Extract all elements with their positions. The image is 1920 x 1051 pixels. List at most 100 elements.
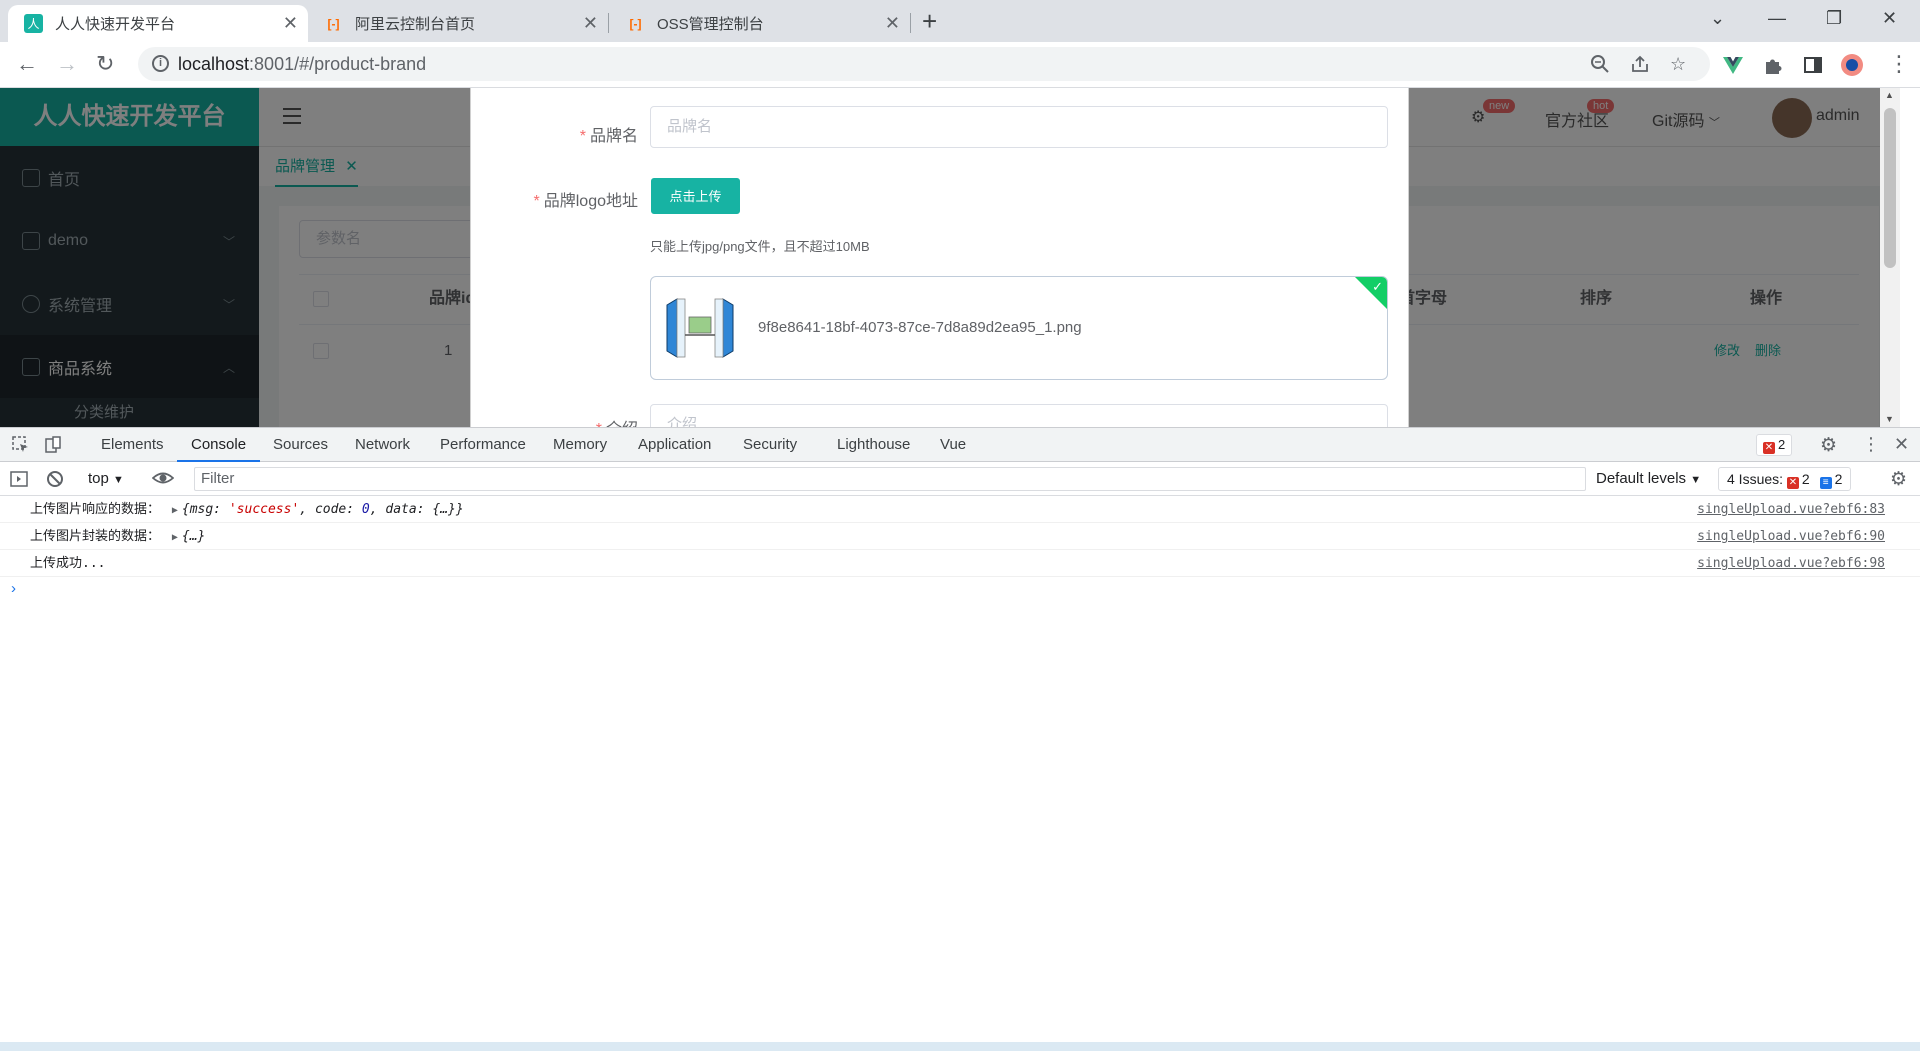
bookmark-star-icon[interactable]: ☆ [1670,54,1686,75]
close-window-icon[interactable]: ✕ [1882,8,1897,29]
scroll-down-icon[interactable]: ▼ [1885,414,1894,424]
upload-button[interactable]: 点击上传 [651,178,740,214]
address-bar[interactable]: i localhost:8001/#/product-brand ☆ [138,47,1710,81]
page-viewport: 人人快速开发平台 首页 demo ﹀ 系统管理 ﹀ 商品系统 ︿ 分类维护 ⚙ … [0,88,1900,427]
close-tab-icon[interactable]: ✕ [583,14,598,32]
aliyun-favicon-icon: [-] [629,16,642,31]
console-settings-icon[interactable]: ⚙ [1890,468,1907,491]
tab-application[interactable]: Application [638,428,711,462]
log-object[interactable]: {msg: 'success', code: 0, data: {…}} [182,502,464,517]
close-tab-icon[interactable]: ✕ [885,14,900,32]
intro-input[interactable]: 介绍 [650,404,1388,427]
more-options-icon[interactable]: ⋮ [1862,434,1880,455]
url-path: :8001/#/product-brand [249,54,427,74]
reload-icon[interactable]: ↻ [96,53,114,75]
share-icon[interactable] [1630,54,1650,74]
profile-avatar-icon[interactable] [1841,54,1863,76]
log-object[interactable]: {…} [182,529,205,544]
tab-title: OSS管理控制台 [657,16,764,33]
file-name[interactable]: 9f8e8641-18bf-4073-87ce-7d8a89d2ea95_1.p… [758,319,1082,336]
tab-sources[interactable]: Sources [273,428,328,462]
console-message: 上传图片封装的数据： ▶ {…} singleUpload.vue?ebf6:90 [0,523,1920,550]
brand-logo-label: * 品牌logo地址 [533,193,639,210]
context-select[interactable]: top ▼ [88,470,124,487]
log-source-link[interactable]: singleUpload.vue?ebf6:90 [1697,523,1885,550]
brand-dialog: * 品牌名 品牌名 * 品牌logo地址 点击上传 只能上传jpg/png文件，且不… [470,88,1409,427]
tab-elements[interactable]: Elements [101,428,164,462]
sidebar-toggle-icon[interactable] [10,470,28,488]
console-prompt-icon[interactable]: › [11,580,16,597]
console-log-area: 上传图片响应的数据： ▶ {msg: 'success', code: 0, da… [0,496,1920,597]
uploaded-file-card[interactable]: ✓ 9f8e8641-18bf-4073-87ce-7d8a89d2ea95_1… [650,276,1388,380]
issues-error-count: 2 [1801,471,1810,487]
brand-name-label: * 品牌名 [579,128,638,145]
file-thumbnail [663,295,737,361]
browser-tab-oss[interactable]: [-] OSS管理控制台 ✕ [610,5,910,42]
brand-name-input[interactable]: 品牌名 [650,106,1388,148]
tab-network[interactable]: Network [355,428,410,462]
console-toolbar: top ▼ Filter Default levels ▼ 4 Issues: … [0,462,1920,496]
intro-label: *介绍 [596,415,638,427]
levels-label: Default levels [1596,470,1687,487]
live-expression-eye-icon[interactable] [152,469,174,487]
tab-performance[interactable]: Performance [440,428,526,462]
issues-counter[interactable]: 4 Issues: ✕ 2 ≡ 2 [1718,467,1852,491]
check-icon: ✓ [1372,279,1383,294]
error-count-badge[interactable]: ✕ 2 [1756,434,1793,456]
tab-lighthouse[interactable]: Lighthouse [837,428,910,462]
tab-search-icon[interactable]: ⌄ [1710,8,1725,29]
restore-icon[interactable]: ❐ [1826,8,1842,29]
forward-icon[interactable]: → [56,53,78,75]
close-devtools-icon[interactable]: ✕ [1894,434,1909,455]
expand-triangle-icon[interactable]: ▶ [172,505,178,516]
minimize-icon[interactable]: — [1768,8,1786,29]
vue-devtools-extension-icon[interactable] [1722,54,1744,76]
log-text: 上传图片封装的数据： [30,529,161,544]
renren-favicon-icon: 人 [24,14,43,33]
bottom-strip [0,1042,1920,1051]
log-text: 上传图片响应的数据： [30,502,161,517]
zoom-icon[interactable] [1590,54,1610,74]
browser-menu-icon[interactable]: ⋮ [1888,53,1910,75]
expand-triangle-icon[interactable]: ▶ [172,532,178,543]
browser-tab-renren[interactable]: 人 人人快速开发平台 ✕ [8,5,308,42]
error-icon: ✕ [1763,442,1775,454]
settings-gear-icon[interactable]: ⚙ [1820,434,1837,457]
dropdown-arrow-icon: ▼ [113,474,124,486]
browser-tab-aliyun[interactable]: [-] 阿里云控制台首页 ✕ [308,5,608,42]
tab-memory[interactable]: Memory [553,428,607,462]
browser-tab-strip: 人 人人快速开发平台 ✕ [-] 阿里云控制台首页 ✕ [-] OSS管理控制台… [0,0,1920,42]
tab-vue[interactable]: Vue [940,428,966,462]
devtools-panel: Elements Console Sources Network Perform… [0,427,1920,1051]
log-source-link[interactable]: singleUpload.vue?ebf6:83 [1697,496,1885,523]
scrollbar-thumb[interactable] [1884,108,1896,268]
console-message: 上传成功... singleUpload.vue?ebf6:98 [0,550,1920,577]
back-icon[interactable]: ← [16,53,38,75]
url-text[interactable]: localhost:8001/#/product-brand [178,54,426,75]
console-filter-input[interactable]: Filter [194,467,1586,491]
aliyun-favicon-icon: [-] [327,16,340,31]
tab-separator [910,13,911,33]
clear-console-icon[interactable] [46,470,64,488]
issues-label: 4 Issues: [1727,471,1784,487]
error-icon: ✕ [1786,477,1799,489]
log-source-link[interactable]: singleUpload.vue?ebf6:98 [1697,550,1885,577]
inspect-element-icon[interactable] [12,436,30,454]
tab-separator [608,13,609,33]
tab-security[interactable]: Security [743,428,797,462]
site-info-icon[interactable]: i [152,55,169,72]
info-icon: ≡ [1819,477,1832,489]
url-host: localhost [178,54,250,74]
tab-title: 阿里云控制台首页 [355,16,476,33]
device-toolbar-icon[interactable] [44,436,62,454]
browser-toolbar: ← → ↻ i localhost:8001/#/product-brand ☆… [0,42,1920,88]
log-levels-dropdown[interactable]: Default levels ▼ [1596,470,1701,487]
log-text: 上传成功... [30,556,106,571]
extensions-puzzle-icon[interactable] [1762,54,1784,76]
page-scrollbar[interactable]: ▲ ▼ [1880,88,1900,427]
side-panel-icon[interactable] [1802,54,1824,76]
tab-console[interactable]: Console [177,428,261,462]
new-tab-icon[interactable]: + [922,8,937,34]
scroll-up-icon[interactable]: ▲ [1885,90,1894,100]
close-tab-icon[interactable]: ✕ [283,14,298,32]
